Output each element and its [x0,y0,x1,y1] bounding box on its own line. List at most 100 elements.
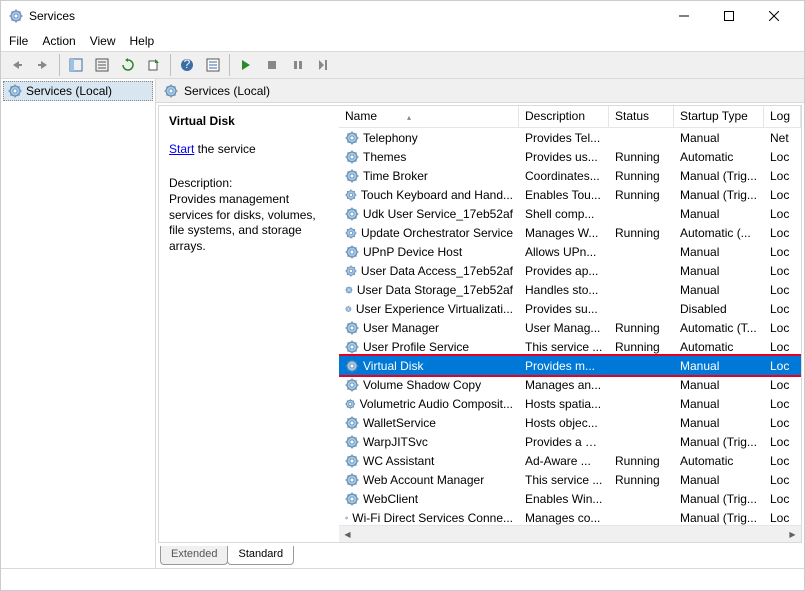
column-description[interactable]: Description [519,106,609,127]
service-row[interactable]: WebClientEnables Win...Manual (Trig...Lo… [339,489,801,508]
maximize-button[interactable] [706,1,751,31]
service-row[interactable]: Touch Keyboard and Hand...Enables Tou...… [339,185,801,204]
minimize-button[interactable] [661,1,706,31]
gear-icon [345,397,356,411]
service-status: Running [609,188,674,202]
gear-icon [345,492,359,506]
service-row[interactable]: WC AssistantAd-Aware ...RunningAutomatic… [339,451,801,470]
horizontal-scrollbar[interactable]: ◀ ▶ [339,525,801,542]
service-startup: Automatic [674,150,764,164]
service-description: Manages co... [519,511,609,525]
service-startup: Manual [674,359,764,373]
gear-icon [345,283,353,297]
service-name: Wi-Fi Direct Services Conne... [352,511,513,525]
export-list-button[interactable] [142,54,166,76]
service-row[interactable]: User Data Storage_17eb52afHandles sto...… [339,280,801,299]
menu-view[interactable]: View [90,34,116,48]
refresh-button[interactable] [116,54,140,76]
service-logon: Loc [764,454,801,468]
column-name[interactable]: Name [339,106,519,127]
restart-service-button[interactable] [312,54,336,76]
column-startup-type[interactable]: Startup Type [674,106,764,127]
gear-icon [345,188,357,202]
service-row[interactable]: WarpJITSvcProvides a JI...Manual (Trig..… [339,432,801,451]
gear-icon [345,302,352,316]
gear-icon [345,340,359,354]
menu-action[interactable]: Action [42,34,75,48]
service-row[interactable]: Volume Shadow CopyManages an...ManualLoc [339,375,801,394]
service-row[interactable]: User ManagerUser Manag...RunningAutomati… [339,318,801,337]
start-service-button[interactable] [234,54,258,76]
service-name: UPnP Device Host [363,245,462,259]
service-description: Hosts spatia... [519,397,609,411]
service-row[interactable]: User Experience Virtualizati...Provides … [339,299,801,318]
start-service-link[interactable]: Start [169,142,194,156]
scroll-left-icon[interactable]: ◀ [339,526,356,543]
description-label: Description: [169,176,329,190]
show-hide-tree-button[interactable] [64,54,88,76]
service-name: Udk User Service_17eb52af [363,207,513,221]
menu-file[interactable]: File [9,34,28,48]
properties-icon[interactable] [201,54,225,76]
service-description: Hosts objec... [519,416,609,430]
service-logon: Loc [764,378,801,392]
service-description: Allows UPn... [519,245,609,259]
service-logon: Loc [764,416,801,430]
service-row[interactable]: ThemesProvides us...RunningAutomaticLoc [339,147,801,166]
scroll-right-icon[interactable]: ▶ [784,526,801,543]
service-row[interactable]: Web Account ManagerThis service ...Runni… [339,470,801,489]
gear-icon [345,131,359,145]
tab-standard[interactable]: Standard [227,546,294,565]
toolbar-separator [170,54,171,76]
menu-help[interactable]: Help [130,34,155,48]
help-button[interactable]: ? [175,54,199,76]
service-name: Virtual Disk [363,359,423,373]
tree-item-services-local[interactable]: Services (Local) [3,81,153,101]
column-logon[interactable]: Log [764,106,801,127]
gear-icon [345,321,359,335]
service-row[interactable]: User Profile ServiceThis service ...Runn… [339,337,801,356]
service-name: Volumetric Audio Composit... [360,397,513,411]
service-name: User Data Access_17eb52af [361,264,513,278]
gear-icon [345,359,359,373]
gear-icon [345,378,359,392]
service-row[interactable]: Virtual DiskProvides m...ManualLoc [339,356,801,375]
close-button[interactable] [751,1,796,31]
service-row[interactable]: WalletServiceHosts objec...ManualLoc [339,413,801,432]
service-name: WebClient [363,492,418,506]
forward-button[interactable] [31,54,55,76]
service-logon: Loc [764,188,801,202]
service-startup: Manual (Trig... [674,188,764,202]
service-row[interactable]: TelephonyProvides Tel...ManualNet [339,128,801,147]
service-startup: Manual [674,283,764,297]
service-startup: Automatic (T... [674,321,764,335]
service-row[interactable]: Update Orchestrator ServiceManages W...R… [339,223,801,242]
gear-icon [345,207,359,221]
service-row[interactable]: UPnP Device HostAllows UPn...ManualLoc [339,242,801,261]
service-logon: Loc [764,473,801,487]
service-row[interactable]: User Data Access_17eb52afProvides ap...M… [339,261,801,280]
gear-icon [345,226,357,240]
tree-item-label: Services (Local) [26,84,112,98]
column-status[interactable]: Status [609,106,674,127]
service-name: Touch Keyboard and Hand... [361,188,513,202]
tab-extended[interactable]: Extended [160,546,228,565]
stop-service-button[interactable] [260,54,284,76]
service-row[interactable]: Time BrokerCoordinates...RunningManual (… [339,166,801,185]
toolbar-separator [229,54,230,76]
service-row[interactable]: Udk User Service_17eb52afShell comp...Ma… [339,204,801,223]
pause-service-button[interactable] [286,54,310,76]
service-description: Provides Tel... [519,131,609,145]
service-description: Provides ap... [519,264,609,278]
back-button[interactable] [5,54,29,76]
service-row[interactable]: Volumetric Audio Composit... Hosts spatia… [339,394,801,413]
description-text: Provides management services for disks, … [169,192,329,254]
properties-button[interactable] [90,54,114,76]
start-service-suffix: the service [194,142,255,156]
service-name: User Experience Virtualizati... [356,302,513,316]
gear-icon [345,435,359,449]
service-row[interactable]: Wi-Fi Direct Services Conne... Manages co… [339,508,801,525]
column-headers: Name Description Status Startup Type Log [339,106,801,128]
service-name: Web Account Manager [363,473,484,487]
service-logon: Loc [764,245,801,259]
